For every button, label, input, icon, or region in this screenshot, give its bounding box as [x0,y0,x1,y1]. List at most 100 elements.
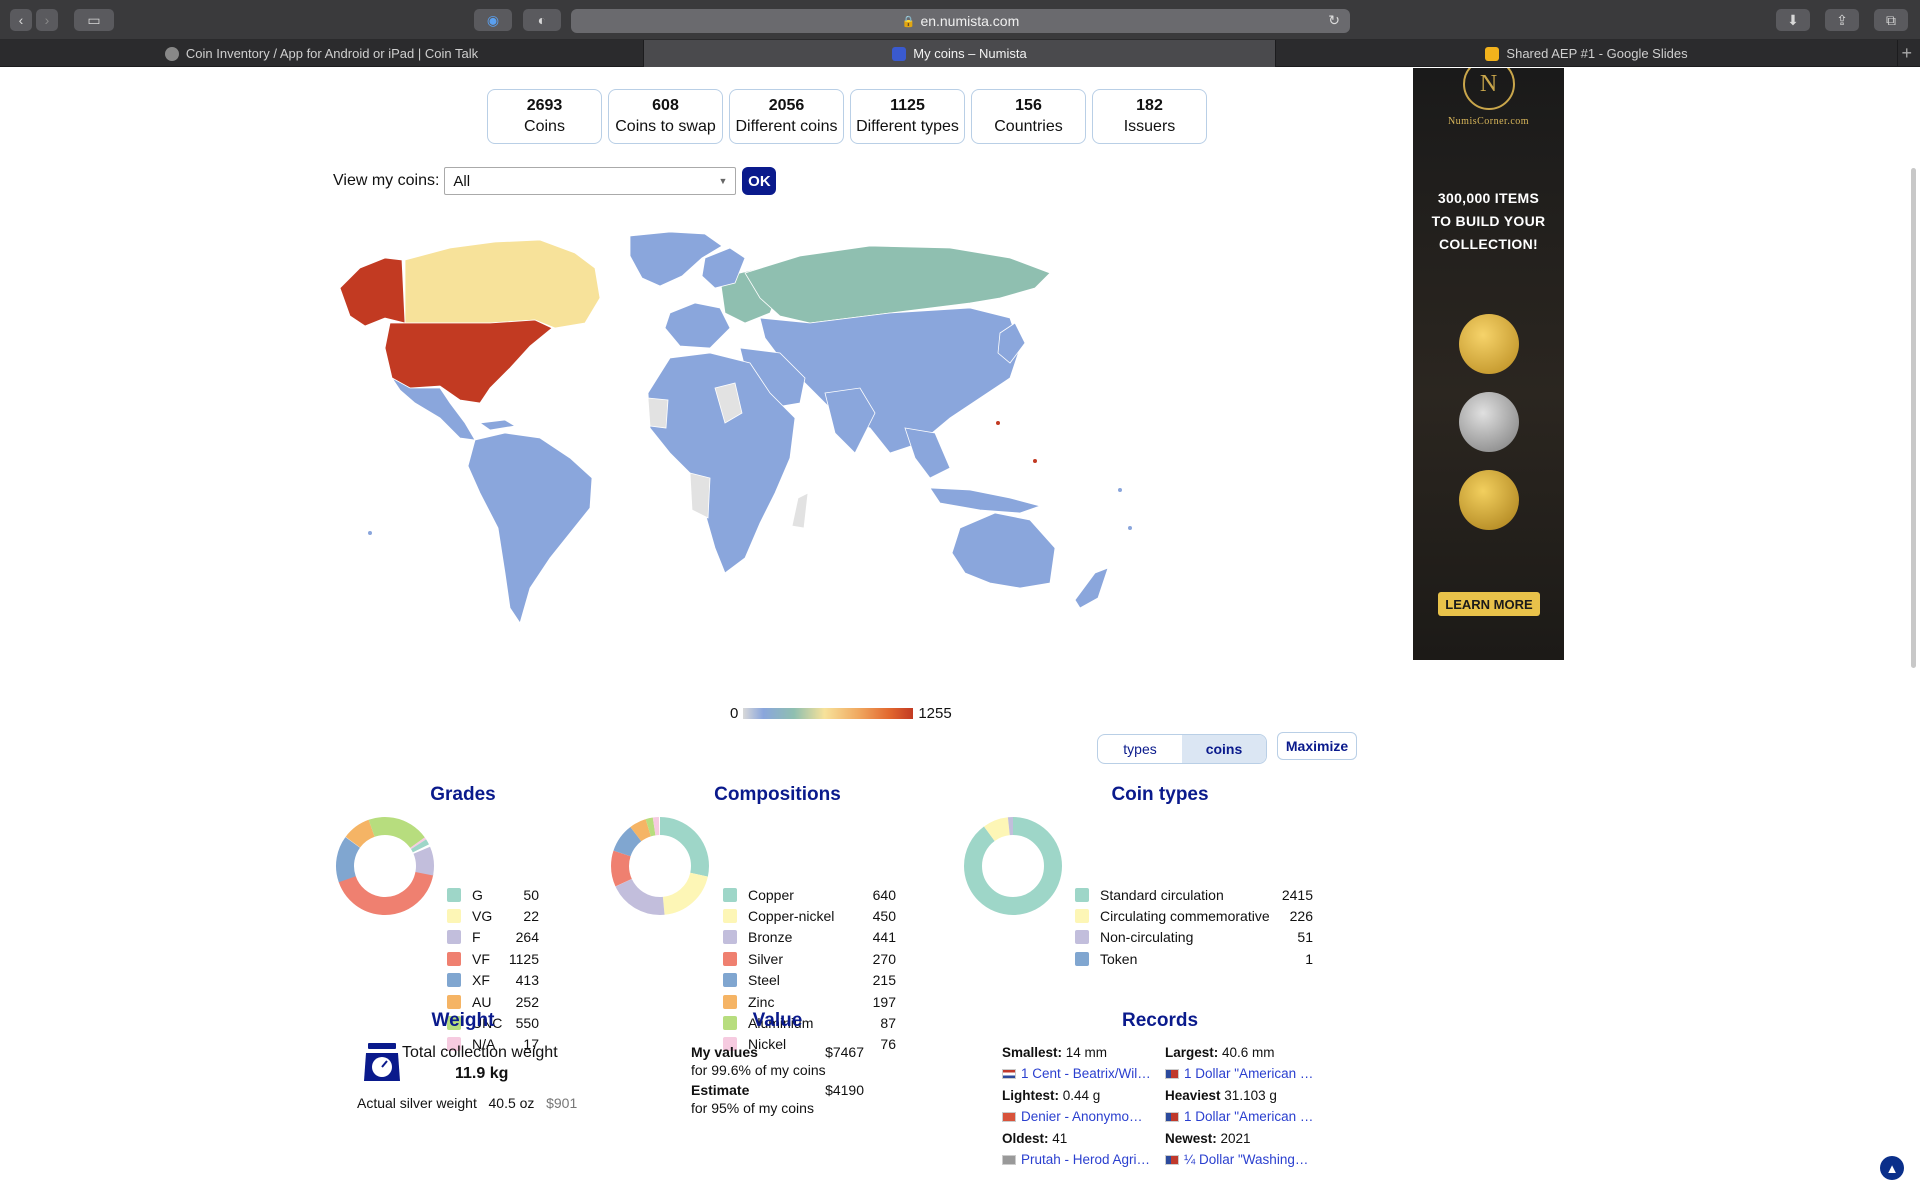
back-button[interactable]: ‹ [10,9,32,31]
stat-coins-to-swap[interactable]: 608 Coins to swap [608,89,723,144]
downloads-icon[interactable]: ⬇ [1776,9,1810,31]
legend-row[interactable]: G 50 [447,884,539,905]
flag-icon [1002,1112,1016,1122]
legend-swatch [447,887,461,902]
record-link[interactable]: ¼ Dollar "Washing… [1184,1152,1308,1167]
legend-label: VF [472,950,490,967]
new-tab-button[interactable]: + [1901,43,1912,64]
total-weight-label: Total collection weight [402,1044,558,1061]
legend-row[interactable]: Standard circulation 2415 [1075,884,1313,905]
scroll-to-top-button[interactable]: ▲ [1880,1156,1904,1180]
coin-types-donut[interactable] [963,816,1063,916]
page-scrollbar[interactable] [1911,168,1916,668]
stat-different-types[interactable]: 1125 Different types [850,89,965,144]
stat-value: 608 [652,97,679,114]
my-values-amount: $7467 [825,1044,864,1060]
tabs-overview-icon[interactable]: ⧉ [1874,9,1908,31]
maximize-button[interactable]: Maximize [1277,732,1357,760]
legend-value: 1125 [508,950,539,967]
numiscorner-ad[interactable]: N NumisCorner.com 300,000 ITEMS TO BUILD… [1413,68,1564,660]
numista-favicon-icon [892,46,907,61]
legend-label: AU [472,993,492,1010]
reload-icon[interactable]: ↻ [1328,12,1340,29]
tab-bar: Coin Inventory / App for Android or iPad… [0,40,1920,67]
legend-row[interactable]: Copper-nickel 450 [723,905,896,926]
tab-google-slides[interactable]: Shared AEP #1 - Google Slides [1276,40,1898,67]
record-link[interactable]: Denier - Anonymo… [1021,1109,1143,1124]
legend-swatch [723,887,737,902]
stat-different-coins[interactable]: 2056 Different coins [729,89,844,144]
legend-value: 270 [872,950,896,967]
record-newest-coin[interactable]: ¼ Dollar "Washing… [1165,1152,1325,1167]
toggle-coins-button[interactable]: coins [1182,735,1266,763]
stat-issuers[interactable]: 182 Issuers [1092,89,1207,144]
record-value: 0.44 g [1059,1088,1101,1103]
tab-numista[interactable]: My coins – Numista [644,40,1276,67]
record-heaviest-coin[interactable]: 1 Dollar "American … [1165,1109,1325,1124]
legend-row[interactable]: F 264 [447,927,539,948]
stat-label: Different coins [735,118,838,135]
map-europe-west [664,302,731,349]
stat-value: 156 [1015,97,1042,114]
estimate-label: Estimate [691,1082,750,1098]
map-south-america [467,432,593,624]
legend-row[interactable]: Token 1 [1075,948,1313,969]
record-smallest-coin[interactable]: 1 Cent - Beatrix/Wil… [1002,1066,1162,1081]
legend-row[interactable]: VG 22 [447,905,539,926]
legend-swatch [447,951,461,966]
record-link[interactable]: 1 Dollar "American … [1184,1109,1313,1124]
record-lightest-coin[interactable]: Denier - Anonymo… [1002,1109,1162,1124]
forward-button[interactable]: › [36,9,58,31]
record-link[interactable]: 1 Cent - Beatrix/Wil… [1021,1066,1151,1081]
legend-value: 640 [872,886,896,903]
legend-swatch [723,951,737,966]
sidebar-toggle-button[interactable]: ▭ [74,9,114,31]
scale-min: 0 [730,705,739,722]
learn-more-button[interactable]: LEARN MORE [1438,592,1540,616]
legend-row[interactable]: Silver 270 [723,948,896,969]
legend-row[interactable]: Circulating commemorative 226 [1075,905,1313,926]
grades-donut[interactable] [335,816,435,916]
record-newest: Newest: 2021 [1165,1131,1325,1146]
legend-swatch [723,930,737,945]
legend-value: 76 [880,1036,896,1053]
compositions-donut[interactable] [610,816,710,916]
legend-row[interactable]: Non-circulating 51 [1075,927,1313,948]
toggle-types-button[interactable]: types [1098,735,1182,763]
record-oldest-coin[interactable]: Prutah - Herod Agri… [1002,1152,1162,1167]
legend-label: G [472,886,483,903]
legend-value: 215 [872,972,896,989]
stat-countries[interactable]: 156 Countries [971,89,1086,144]
record-link[interactable]: 1 Dollar "American … [1184,1066,1313,1081]
legend-row[interactable]: VF 1125 [447,948,539,969]
extension-icon[interactable]: ◉ [474,9,512,31]
legend-swatch [1075,951,1089,966]
record-link[interactable]: Prutah - Herod Agri… [1021,1152,1150,1167]
tab-coin-talk[interactable]: Coin Inventory / App for Android or iPad… [0,40,644,67]
usa-flag-icon [1165,1069,1179,1079]
record-largest-coin[interactable]: 1 Dollar "American … [1165,1066,1325,1081]
stat-value: 2693 [526,97,563,114]
legend-swatch [723,909,737,924]
legend-row[interactable]: Copper 640 [723,884,896,905]
legend-value: 197 [872,993,896,1010]
share-icon[interactable]: ⇪ [1825,9,1859,31]
map-new-zealand [1074,567,1109,609]
legend-row[interactable]: Steel 215 [723,970,896,991]
netherlands-flag-icon [1002,1069,1016,1079]
address-bar[interactable]: 🔒 en.numista.com ↻ [571,9,1350,33]
ok-button[interactable]: OK [742,167,777,195]
stat-coins[interactable]: 2693 Coins [487,89,602,144]
view-select[interactable]: All ▼ [444,167,737,195]
legend-value: 22 [523,908,539,925]
legend-label: VG [472,908,493,925]
legend-row[interactable]: Bronze 441 [723,927,896,948]
usa-flag-icon [1165,1112,1179,1122]
shield-icon[interactable]: ◐ [523,9,561,31]
world-map[interactable] [330,228,1365,768]
map-caribbean [478,419,517,431]
legend-row[interactable]: XF 413 [447,970,539,991]
estimate-note: for 95% of my coins [691,1100,814,1116]
legend-value: 252 [515,993,539,1010]
silver-weight-row: Actual silver weight 40.5 oz $901 [357,1095,577,1111]
